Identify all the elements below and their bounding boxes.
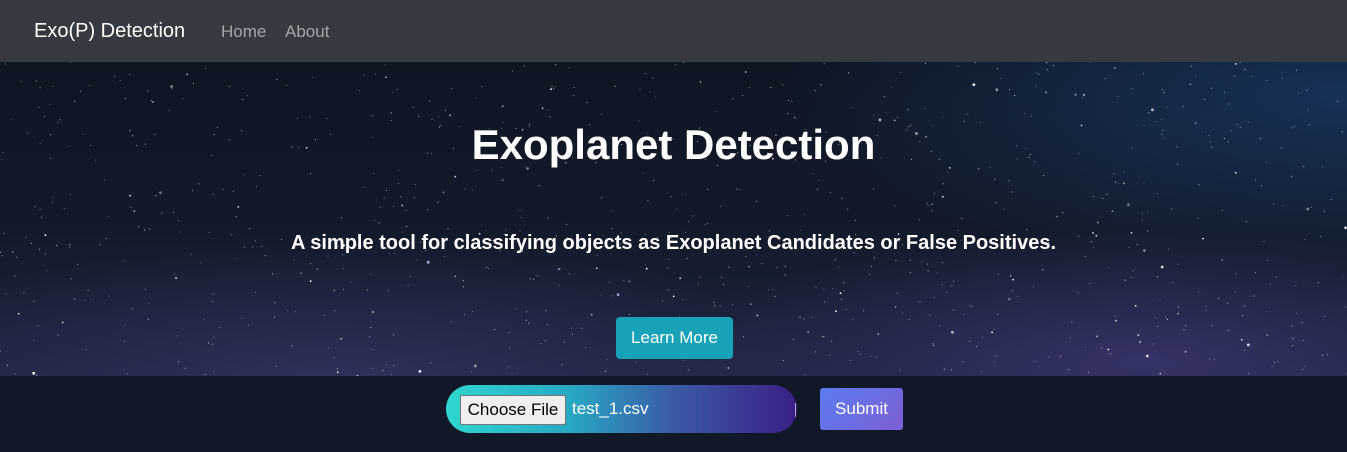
choose-file-button[interactable]: Choose File	[460, 395, 566, 425]
top-navbar: Exo(P) Detection Home About	[0, 0, 1347, 62]
submit-button[interactable]: Submit	[820, 388, 903, 430]
selected-file-name: test_1.csv	[572, 399, 649, 418]
brand-link[interactable]: Exo(P) Detection	[34, 18, 185, 44]
upload-bar: Choose File test_1.csv Submit	[0, 376, 1347, 452]
file-input-divider	[795, 403, 796, 417]
nav-about-link[interactable]: About	[285, 21, 329, 43]
hero-section: Exoplanet Detection A simple tool for cl…	[0, 62, 1347, 376]
hero-title: Exoplanet Detection	[471, 121, 876, 168]
hero-subtitle: A simple tool for classifying objects as…	[290, 232, 1057, 254]
nav-home-link[interactable]: Home	[221, 21, 266, 43]
learn-more-button[interactable]: Learn More	[616, 317, 733, 359]
file-input[interactable]: Choose File test_1.csv	[446, 385, 797, 433]
